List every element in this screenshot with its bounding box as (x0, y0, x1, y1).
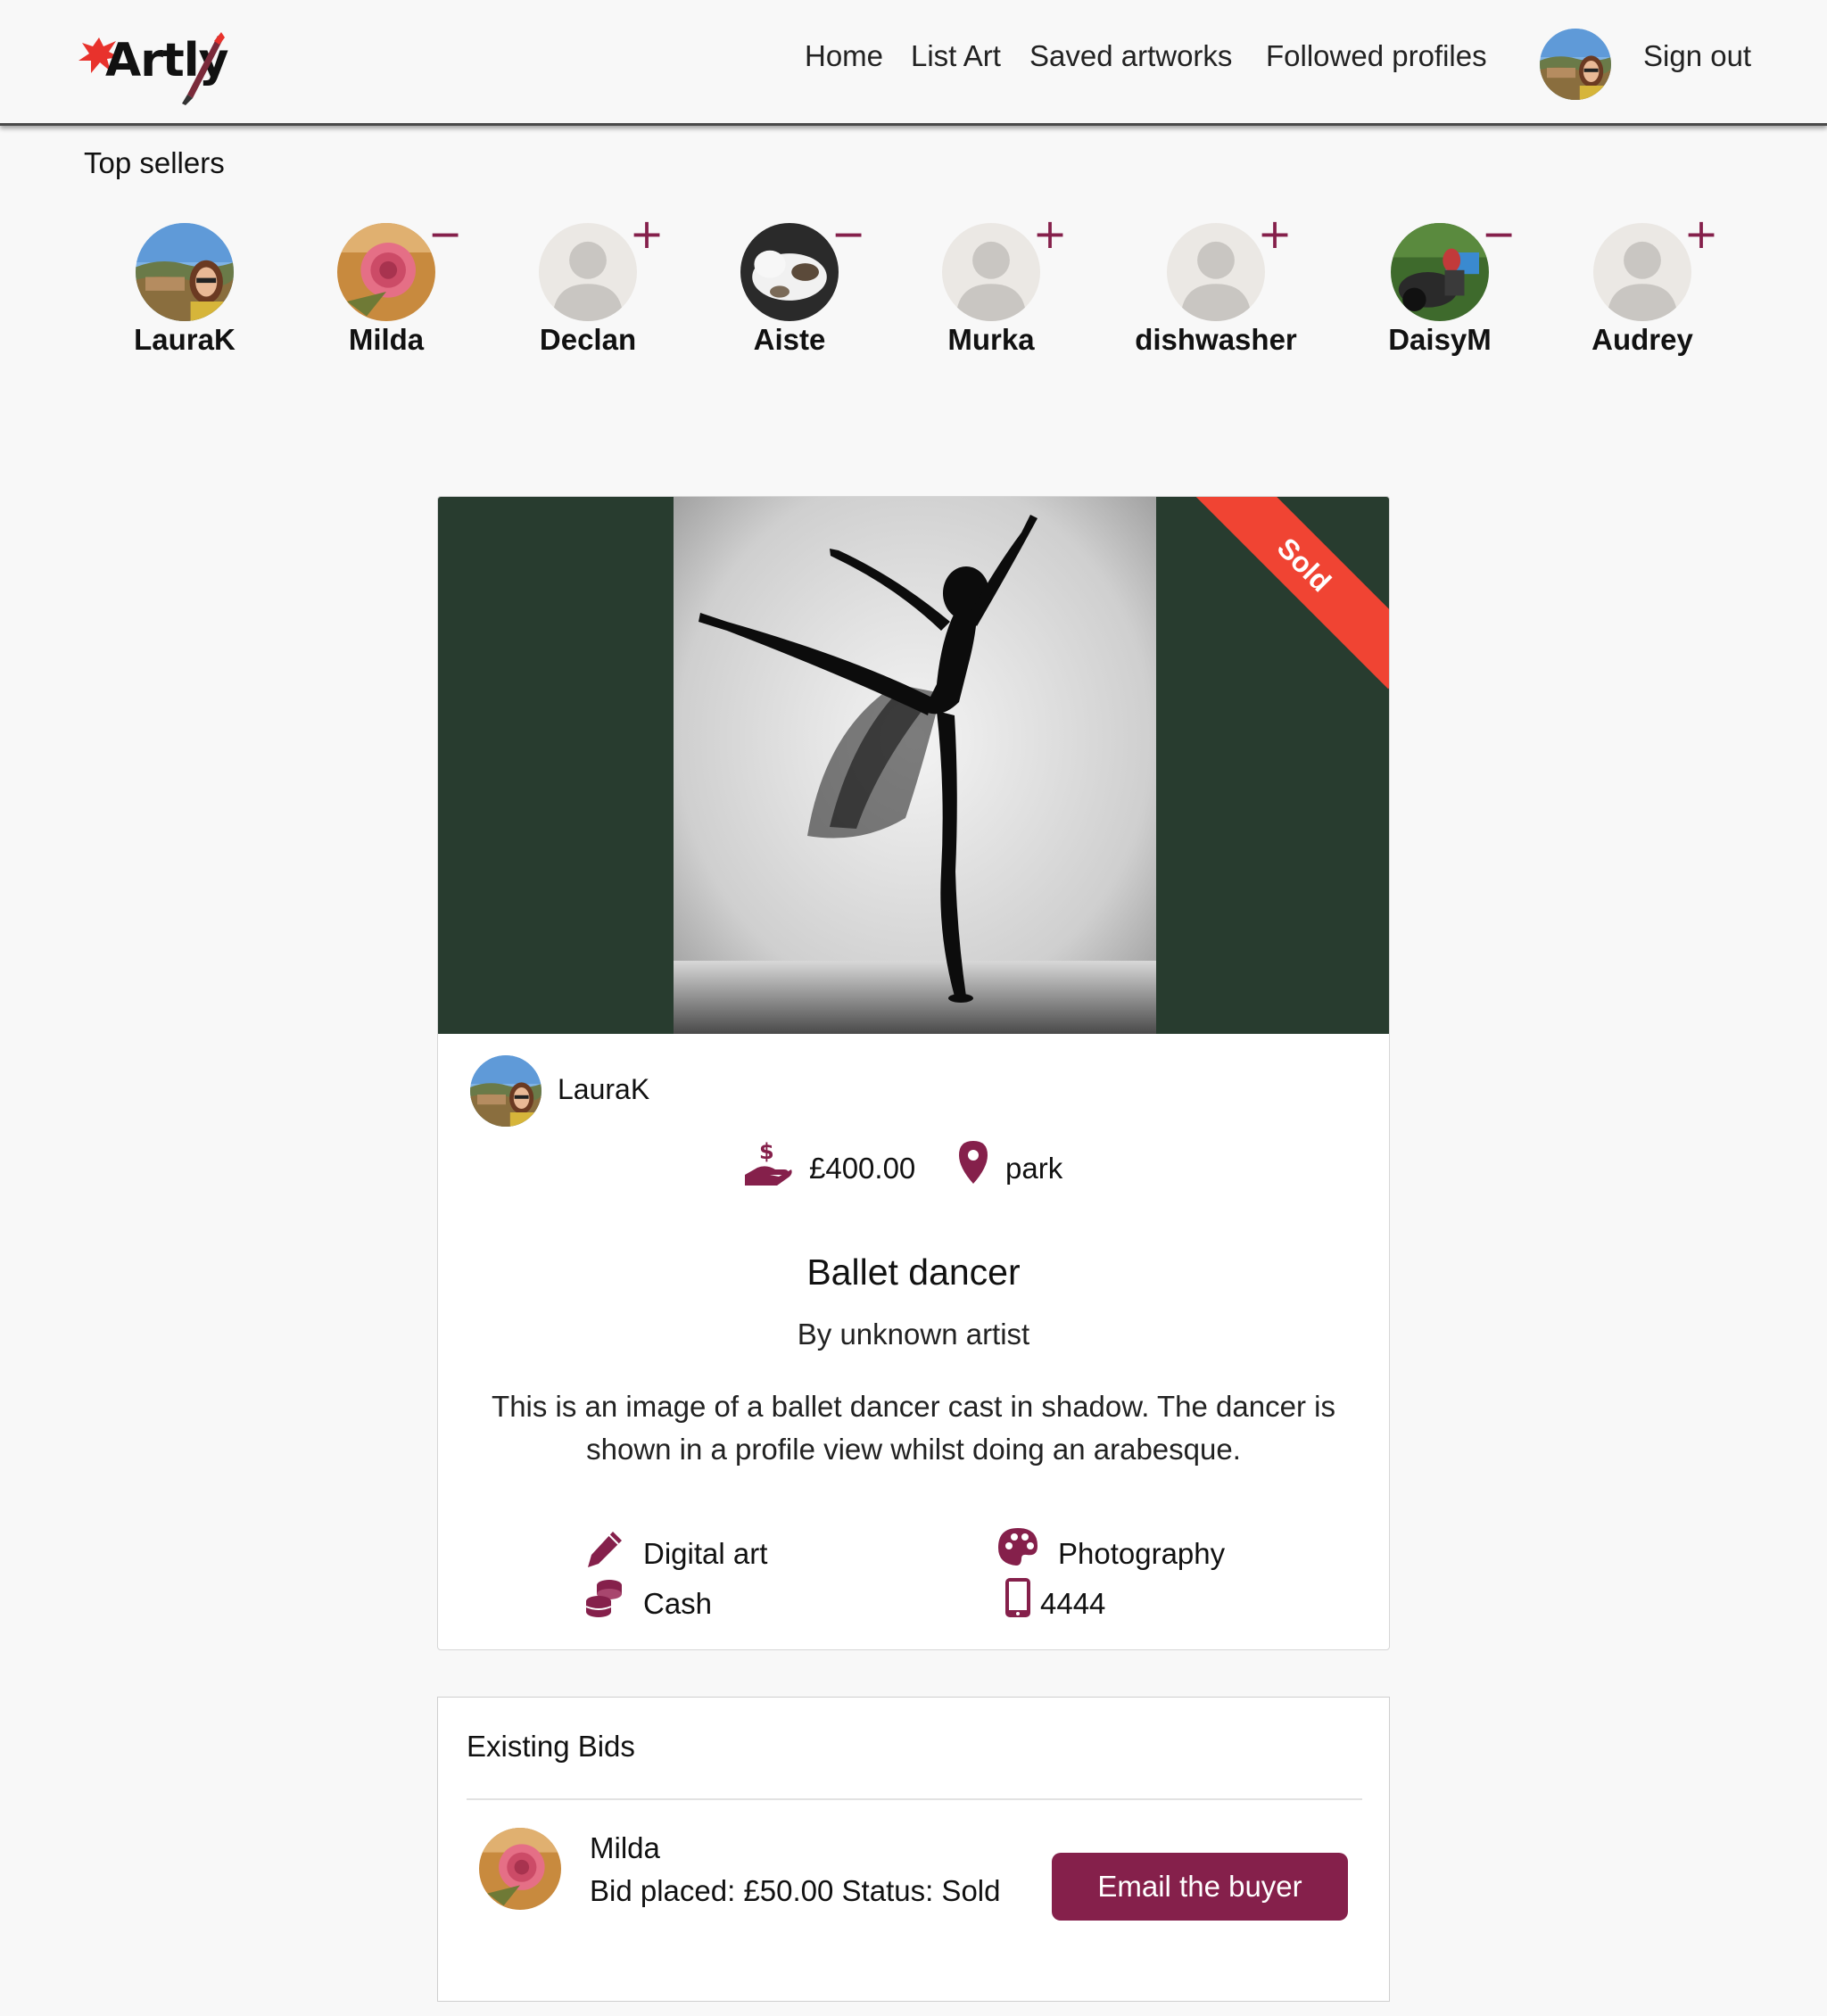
follow-button[interactable]: + (1032, 213, 1068, 254)
email-buyer-button[interactable]: Email the buyer (1052, 1853, 1348, 1921)
seller-milda: − Milda (297, 213, 475, 366)
seller-audrey: + Audrey (1553, 213, 1732, 366)
bids-title: Existing Bids (467, 1730, 635, 1763)
follow-button[interactable]: + (1257, 213, 1293, 254)
seller-avatar[interactable] (337, 223, 435, 321)
artwork-payment: Cash (643, 1587, 713, 1620)
pencil-icon (588, 1532, 622, 1567)
seller-dishwasher: + dishwasher (1127, 213, 1305, 366)
artwork-price: £400.00 (809, 1152, 916, 1185)
existing-bids-panel: Existing Bids Milda Bid placed: £50.00 S… (437, 1697, 1390, 2002)
unfollow-button[interactable]: − (831, 213, 866, 254)
seller-daisym: − DaisyM (1351, 213, 1529, 366)
seller-avatar[interactable] (136, 223, 234, 321)
mobile-phone-icon (1005, 1578, 1030, 1617)
nav-list-art[interactable]: List Art (911, 39, 1001, 73)
seller-avatar[interactable] (1167, 223, 1265, 321)
artwork-phone: 4444 (1040, 1587, 1106, 1620)
top-sellers-title: Top sellers (84, 146, 225, 179)
artwork-location: park (1005, 1152, 1063, 1185)
artwork-card: Sold LauraK $ £400.00 park Ballet dancer… (437, 496, 1390, 1650)
seller-murka: + Murka (902, 213, 1080, 366)
seller-name[interactable]: Aiste (700, 323, 879, 357)
navbar: Artly Home List Art Saved artworks Follo… (0, 0, 1827, 126)
svg-text:$: $ (759, 1139, 774, 1164)
artwork-title: Ballet dancer (806, 1252, 1021, 1293)
seller-name[interactable]: Declan (499, 323, 677, 357)
artwork-medium: Digital art (643, 1537, 768, 1570)
coins-icon (585, 1580, 622, 1617)
follow-button[interactable]: + (1683, 213, 1719, 254)
artwork-artist: By unknown artist (797, 1318, 1030, 1351)
hand-holding-dollar-icon: $ (745, 1139, 792, 1186)
ballet-dancer-photo (674, 497, 1156, 1034)
seller-name[interactable]: Milda (297, 323, 475, 357)
nav-followed-profiles[interactable]: Followed profiles (1266, 39, 1487, 73)
bidder-name[interactable]: Milda (590, 1831, 660, 1865)
artwork-image: Sold (438, 497, 1389, 1034)
seller-avatar[interactable] (740, 223, 839, 321)
palette-icon (998, 1528, 1038, 1566)
seller-declan: + Declan (499, 213, 677, 366)
sign-out-link[interactable]: Sign out (1643, 39, 1751, 73)
sold-ribbon: Sold (1179, 497, 1389, 690)
bidder-avatar[interactable] (479, 1828, 561, 1910)
seller-name[interactable]: LauraK (95, 323, 274, 357)
seller-aiste: − Aiste (700, 213, 879, 366)
divider (467, 1798, 1362, 1800)
nav-saved-artworks[interactable]: Saved artworks (1029, 39, 1232, 73)
seller-avatar[interactable] (1391, 223, 1489, 321)
artwork-meta: $ £400.00 park (438, 1139, 1389, 1193)
seller-avatar[interactable] (1593, 223, 1691, 321)
seller-laurak: LauraK (95, 223, 274, 366)
map-pin-icon (959, 1141, 988, 1184)
artwork-category: Photography (1058, 1537, 1226, 1570)
artwork-description: This is an image of a ballet dancer cast… (492, 1390, 1335, 1466)
seller-name[interactable]: dishwasher (1127, 323, 1305, 357)
unfollow-button[interactable]: − (1481, 213, 1517, 254)
owner-name[interactable]: LauraK (558, 1073, 649, 1106)
user-avatar[interactable] (1540, 29, 1611, 100)
owner-avatar[interactable] (470, 1055, 541, 1127)
seller-name[interactable]: DaisyM (1351, 323, 1529, 357)
nav-home[interactable]: Home (805, 39, 883, 73)
seller-name[interactable]: Audrey (1553, 323, 1732, 357)
unfollow-button[interactable]: − (427, 213, 463, 254)
follow-button[interactable]: + (629, 213, 665, 254)
bid-info: Bid placed: £50.00 Status: Sold (590, 1874, 1001, 1907)
seller-avatar[interactable] (539, 223, 637, 321)
seller-name[interactable]: Murka (902, 323, 1080, 357)
seller-avatar[interactable] (942, 223, 1040, 321)
